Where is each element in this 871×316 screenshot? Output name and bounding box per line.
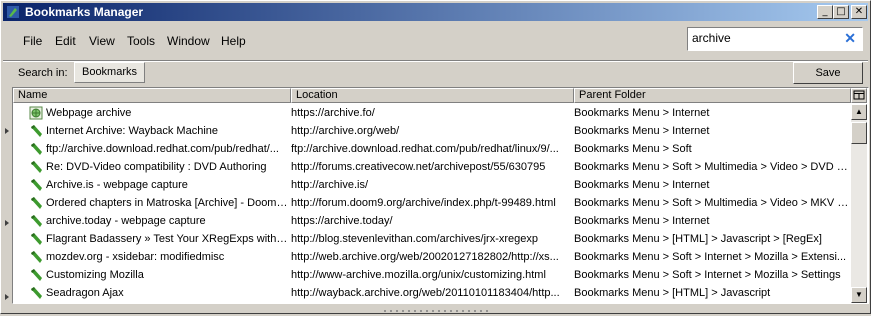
splitter-handle[interactable] <box>2 87 11 302</box>
vertical-scrollbar[interactable]: ▲ ▼ <box>851 104 867 303</box>
menu-window[interactable]: Window <box>167 34 210 48</box>
bookmark-parent-folder: Bookmarks Menu > Internet <box>574 215 710 227</box>
bookmark-location: http://forums.creativecow.net/archivepos… <box>291 161 546 173</box>
bookmark-parent-folder: Bookmarks Menu > [HTML] > Javascript <box>574 287 771 299</box>
bookmark-name: Ordered chapters in Matroska [Archive] -… <box>46 197 288 209</box>
splitter-arrow-icon <box>5 128 9 134</box>
bookmarks-app-icon <box>7 6 19 18</box>
scroll-down-icon[interactable]: ▼ <box>851 287 867 303</box>
menu-view[interactable]: View <box>89 34 115 48</box>
save-search-button[interactable]: Save <box>793 62 863 84</box>
table-row[interactable]: Webpage archive https://archive.fo/Bookma… <box>13 104 851 122</box>
bookmarks-manager-window: Bookmarks Manager _ □ ✕ File Edit View T… <box>0 0 871 314</box>
bookmark-name: Webpage archive <box>46 107 132 119</box>
bookmark-icon <box>31 287 42 299</box>
bookmark-parent-folder: Bookmarks Menu > Internet <box>574 125 710 137</box>
bookmark-icon <box>31 125 42 137</box>
bookmark-parent-folder: Bookmarks Menu > Soft <box>574 143 692 155</box>
bookmark-location: ftp://archive.download.redhat.com/pub/re… <box>291 143 559 155</box>
table-row[interactable]: Re: DVD-Video compatibility : DVD Author… <box>13 158 851 176</box>
bookmark-parent-folder: Bookmarks Menu > Internet <box>574 179 710 191</box>
search-scope-label: Search in: <box>18 67 68 79</box>
splitter-arrow-icon <box>5 294 9 300</box>
scroll-up-icon[interactable]: ▲ <box>851 104 867 120</box>
table-row[interactable]: Seadragon Ajax http://wayback.archive.org… <box>13 284 851 302</box>
archive-page-icon <box>29 106 43 120</box>
bookmark-parent-folder: Bookmarks Menu > Soft > Internet > Mozil… <box>574 251 847 263</box>
bookmarks-tree[interactable]: Name Location Parent Folder Webpage arch… <box>12 87 869 304</box>
bookmark-location: http://forum.doom9.org/archive/index.php… <box>291 197 556 209</box>
bookmark-location: http://wayback.archive.org/web/201101011… <box>291 287 560 299</box>
bookmark-name: Customizing Mozilla <box>46 269 144 281</box>
bookmark-icon <box>31 197 42 209</box>
bookmark-location: http://archive.org/web/ <box>291 125 400 137</box>
bookmark-icon <box>31 161 42 173</box>
minimize-button[interactable]: _ <box>817 5 833 19</box>
bookmark-name: archive.today - webpage capture <box>46 215 206 227</box>
menu-tools[interactable]: Tools <box>127 34 155 48</box>
bookmark-location: https://archive.today/ <box>291 215 393 227</box>
table-row[interactable]: Ordered chapters in Matroska [Archive] -… <box>13 194 851 212</box>
splitter-arrow-icon <box>5 220 9 226</box>
bookmark-icon <box>31 269 42 281</box>
bookmark-icon <box>31 215 42 227</box>
bookmark-icon <box>31 179 42 191</box>
bookmark-icon <box>31 233 42 245</box>
bookmark-name: Flagrant Badassery » Test Your XRegExps … <box>46 233 288 245</box>
table-row[interactable]: mozdev.org - xsidebar: modifiedmisc http:… <box>13 248 851 266</box>
bookmark-parent-folder: Bookmarks Menu > [HTML] > Javascript > [… <box>574 233 822 245</box>
column-picker-icon[interactable] <box>851 88 867 103</box>
bookmark-location: http://archive.is/ <box>291 179 369 191</box>
table-row[interactable]: Flagrant Badassery » Test Your XRegExps … <box>13 230 851 248</box>
bookmark-parent-folder: Bookmarks Menu > Internet <box>574 107 710 119</box>
column-header-name[interactable]: Name <box>13 88 291 103</box>
bookmark-name: Seadragon Ajax <box>46 287 124 299</box>
bookmark-name: mozdev.org - xsidebar: modifiedmisc <box>46 251 225 263</box>
bookmark-parent-folder: Bookmarks Menu > Soft > Multimedia > Vid… <box>574 197 849 209</box>
window-title: Bookmarks Manager <box>25 5 144 19</box>
bookmark-parent-folder: Bookmarks Menu > Soft > Internet > Mozil… <box>574 269 841 281</box>
scrollbar-thumb[interactable] <box>851 122 867 144</box>
table-row[interactable]: Internet Archive: Wayback Machine http://… <box>13 122 851 140</box>
bookmark-name: Archive.is - webpage capture <box>46 179 188 191</box>
bookmark-icon <box>31 143 42 155</box>
table-row[interactable]: ftp://archive.download.redhat.com/pub/re… <box>13 140 851 158</box>
bookmark-location: http://www-archive.mozilla.org/unix/cust… <box>291 269 546 281</box>
bookmark-name: Re: DVD-Video compatibility : DVD Author… <box>46 161 267 173</box>
column-header-row: Name Location Parent Folder <box>13 88 851 103</box>
maximize-button[interactable]: □ <box>833 5 849 19</box>
bookmark-location: https://archive.fo/ <box>291 107 375 119</box>
table-row[interactable]: archive.today - webpage capture https://a… <box>13 212 851 230</box>
bookmark-name: Internet Archive: Wayback Machine <box>46 125 219 137</box>
bookmark-parent-folder: Bookmarks Menu > Soft > Multimedia > Vid… <box>574 161 849 173</box>
search-field[interactable]: ✕ <box>687 27 863 51</box>
menu-help[interactable]: Help <box>221 34 246 48</box>
clear-search-icon[interactable]: ✕ <box>844 30 856 47</box>
column-header-location[interactable]: Location <box>291 88 574 103</box>
bookmark-location: http://web.archive.org/web/2002012718280… <box>291 251 559 263</box>
bookmark-icon <box>31 251 42 263</box>
search-input[interactable] <box>692 31 832 45</box>
resize-grip[interactable] <box>381 304 491 312</box>
close-button[interactable]: ✕ <box>851 5 867 19</box>
search-scope-bookmarks-button[interactable]: Bookmarks <box>74 62 145 83</box>
menu-edit[interactable]: Edit <box>55 34 76 48</box>
column-header-parent-folder[interactable]: Parent Folder <box>574 88 851 103</box>
bookmark-location: http://blog.stevenlevithan.com/archives/… <box>291 233 539 245</box>
title-bar[interactable]: Bookmarks Manager _ □ ✕ <box>3 3 868 21</box>
menu-file[interactable]: File <box>23 34 42 48</box>
table-row[interactable]: Archive.is - webpage capture http://archi… <box>13 176 851 194</box>
table-row[interactable]: Customizing Mozilla http://www-archive.mo… <box>13 266 851 284</box>
bookmark-name: ftp://archive.download.redhat.com/pub/re… <box>46 143 279 155</box>
